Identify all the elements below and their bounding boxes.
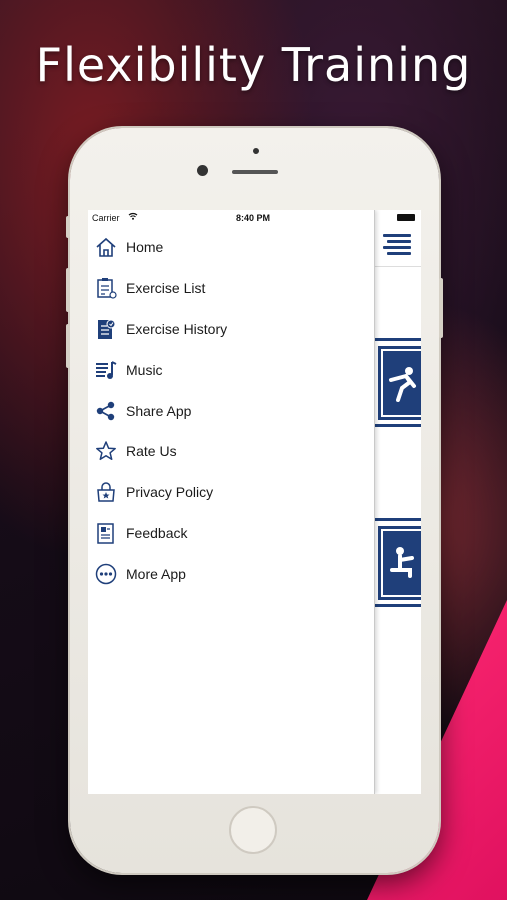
star-icon bbox=[94, 439, 118, 463]
hamburger-menu-icon[interactable] bbox=[383, 234, 411, 256]
menu-label: Exercise History bbox=[126, 320, 228, 337]
more-dots-icon bbox=[94, 562, 118, 586]
exercise-card-1[interactable] bbox=[375, 338, 421, 428]
menu-item-privacy-policy[interactable]: Privacy Policy bbox=[88, 472, 374, 513]
menu-label: Share App bbox=[126, 402, 192, 419]
carrier-label: Carrier bbox=[92, 213, 120, 223]
menu-label: Rate Us bbox=[126, 443, 177, 460]
menu-label: Exercise List bbox=[126, 280, 206, 297]
stretching-person-icon bbox=[389, 367, 416, 402]
clipboard-list-icon bbox=[94, 276, 118, 300]
mute-switch bbox=[66, 216, 70, 238]
header-divider bbox=[375, 266, 421, 267]
home-icon bbox=[94, 235, 118, 259]
navigation-drawer: Home Exercise List Exercise History Musi… bbox=[88, 210, 375, 794]
menu-item-rate-us[interactable]: Rate Us bbox=[88, 431, 374, 472]
menu-item-music[interactable]: Music bbox=[88, 349, 374, 390]
menu-label: Feedback bbox=[126, 524, 188, 541]
main-content-peek bbox=[375, 210, 421, 794]
menu-label: Music bbox=[126, 361, 163, 378]
status-time: 8:40 PM bbox=[236, 213, 271, 223]
page-title: Flexibility Training bbox=[35, 38, 472, 92]
phone-mockup: Home Exercise List Exercise History Musi… bbox=[66, 128, 443, 873]
volume-up-button bbox=[66, 268, 70, 312]
feedback-icon bbox=[94, 521, 118, 545]
menu-label: More App bbox=[126, 565, 186, 582]
menu-item-feedback[interactable]: Feedback bbox=[88, 513, 374, 554]
menu-item-exercise-list[interactable]: Exercise List bbox=[88, 268, 374, 309]
exercise-card-2[interactable] bbox=[375, 518, 421, 608]
menu-item-home[interactable]: Home bbox=[88, 227, 374, 268]
status-bar: Carrier 8:40 PM bbox=[88, 210, 421, 224]
menu-label: Privacy Policy bbox=[126, 484, 214, 501]
volume-down-button bbox=[66, 324, 70, 368]
menu-item-share-app[interactable]: Share App bbox=[88, 390, 374, 431]
front-camera bbox=[197, 165, 208, 176]
power-button bbox=[439, 278, 443, 338]
earpiece-speaker bbox=[232, 170, 278, 174]
seated-person-icon bbox=[390, 547, 414, 578]
home-button[interactable] bbox=[229, 806, 277, 854]
share-icon bbox=[94, 399, 118, 423]
app-screen: Home Exercise List Exercise History Musi… bbox=[88, 210, 421, 794]
menu-item-exercise-history[interactable]: Exercise History bbox=[88, 309, 374, 350]
music-icon bbox=[94, 358, 118, 382]
drawer-menu: Home Exercise List Exercise History Musi… bbox=[88, 227, 374, 594]
history-notebook-icon bbox=[94, 317, 118, 341]
wifi-icon bbox=[128, 212, 138, 222]
proximity-sensor bbox=[253, 148, 259, 154]
menu-item-more-app[interactable]: More App bbox=[88, 553, 374, 594]
menu-label: Home bbox=[126, 239, 164, 256]
battery-icon bbox=[397, 214, 415, 221]
privacy-lock-icon bbox=[94, 480, 118, 504]
